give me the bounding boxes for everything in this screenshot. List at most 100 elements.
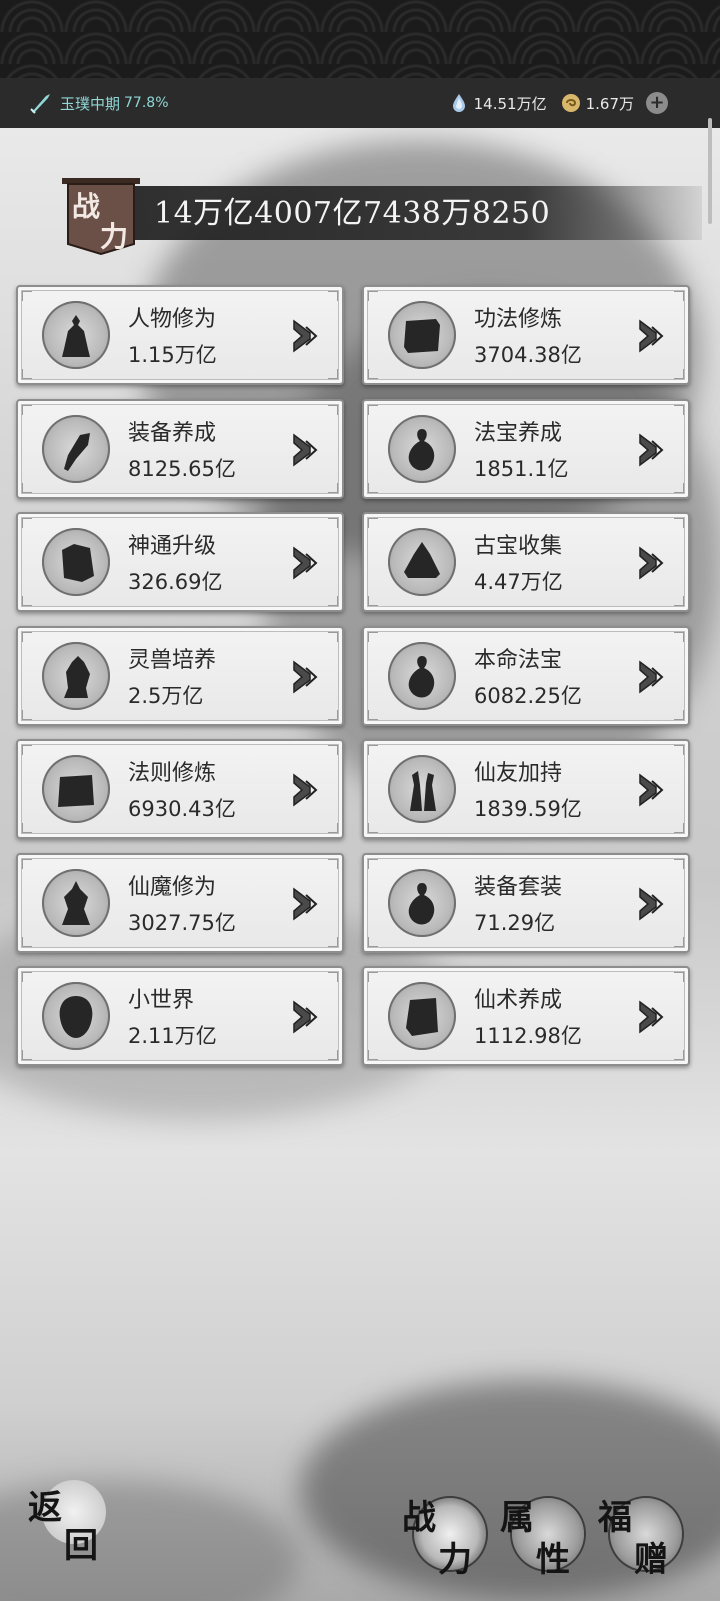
- category-medal: [388, 642, 456, 710]
- category-medal: [388, 755, 456, 823]
- gourd-icon: [408, 656, 435, 698]
- power-category-card[interactable]: 人物修为 1.15万亿: [16, 285, 344, 385]
- category-medal: [42, 869, 110, 937]
- category-medal: [42, 415, 110, 483]
- category-medal: [388, 528, 456, 596]
- chevron-right-icon[interactable]: [638, 885, 664, 923]
- bell-icon: [404, 542, 440, 578]
- category-value: 1839.59亿: [474, 797, 582, 821]
- category-name: 法宝养成: [474, 421, 563, 446]
- category-name: 小世界: [128, 988, 195, 1013]
- category-value: 1112.98亿: [474, 1024, 582, 1048]
- category-name: 古宝收集: [474, 534, 563, 559]
- bottom-tab-1[interactable]: 属性: [500, 1490, 592, 1582]
- power-category-card[interactable]: 小世界 2.11万亿: [16, 966, 344, 1066]
- category-name: 功法修炼: [474, 307, 563, 332]
- category-medal: [388, 415, 456, 483]
- category-value: 3027.75亿: [128, 911, 236, 935]
- category-value: 2.5万亿: [128, 684, 204, 708]
- power-category-card[interactable]: 仙友加持 1839.59亿: [362, 739, 690, 839]
- power-category-card[interactable]: 法则修炼 6930.43亿: [16, 739, 344, 839]
- power-category-card[interactable]: 装备套装 71.29亿: [362, 853, 690, 953]
- world-icon: [59, 996, 93, 1038]
- coin-counter: 1.67万: [561, 93, 634, 114]
- category-value: 2.11万亿: [128, 1024, 217, 1048]
- chevron-right-icon[interactable]: [292, 431, 318, 469]
- category-name: 装备套装: [474, 875, 563, 900]
- spirit-stone-counter: 14.51万亿: [449, 93, 547, 114]
- power-category-card[interactable]: 灵兽培养 2.5万亿: [16, 626, 344, 726]
- category-name: 仙术养成: [474, 988, 563, 1013]
- bottom-tab-0[interactable]: 战力: [402, 1490, 494, 1582]
- add-currency-button[interactable]: +: [646, 92, 668, 114]
- back-button[interactable]: 返 回: [24, 1478, 114, 1570]
- power-category-card[interactable]: 仙魔修为 3027.75亿: [16, 853, 344, 953]
- power-category-card[interactable]: 神通升级 326.69亿: [16, 512, 344, 612]
- back-char-2: 回: [64, 1526, 98, 1566]
- gourd-icon: [408, 883, 435, 925]
- category-value: 326.69亿: [128, 570, 223, 594]
- coin-value: 1.67万: [585, 94, 634, 113]
- book-icon: [62, 544, 94, 582]
- tab-char-2: 性: [536, 1540, 570, 1580]
- category-medal: [42, 982, 110, 1050]
- category-name: 仙友加持: [474, 761, 563, 786]
- chest-icon: [58, 775, 94, 807]
- realm-indicator[interactable]: 玉璞中期 77.8%: [28, 90, 169, 116]
- chevron-right-icon[interactable]: [292, 771, 318, 809]
- realm-label: 玉璞中期: [60, 94, 121, 113]
- power-category-card[interactable]: 本命法宝 6082.25亿: [362, 626, 690, 726]
- category-value: 1.15万亿: [128, 343, 217, 367]
- tab-char-2: 力: [438, 1540, 472, 1580]
- chevron-right-icon[interactable]: [292, 658, 318, 696]
- scroll-icon: [404, 319, 440, 353]
- category-name: 法则修炼: [128, 761, 217, 786]
- power-flag-char-1: 战: [72, 190, 100, 223]
- figure-icon: [62, 315, 90, 357]
- chevron-right-icon[interactable]: [638, 431, 664, 469]
- bottom-tab-2[interactable]: 福赠: [598, 1490, 690, 1582]
- tab-char-1: 战: [402, 1498, 436, 1538]
- total-power-value: 14万亿4007亿7438万8250: [154, 196, 551, 231]
- power-flag-icon: 战 力: [62, 178, 140, 256]
- category-value: 8125.65亿: [128, 457, 236, 481]
- chevron-right-icon[interactable]: [638, 998, 664, 1036]
- back-char-1: 返: [28, 1488, 62, 1528]
- category-name: 装备养成: [128, 421, 217, 446]
- category-medal: [388, 301, 456, 369]
- category-name: 仙魔修为: [128, 875, 217, 900]
- power-flag-char-2: 力: [100, 220, 128, 253]
- power-category-card[interactable]: 法宝养成 1851.1亿: [362, 399, 690, 499]
- scrollbar[interactable]: [708, 118, 712, 224]
- sword-icon: [30, 94, 50, 114]
- power-category-card[interactable]: 功法修炼 3704.38亿: [362, 285, 690, 385]
- category-name: 人物修为: [128, 307, 217, 332]
- power-category-card[interactable]: 装备养成 8125.65亿: [16, 399, 344, 499]
- category-value: 4.47万亿: [474, 570, 563, 594]
- category-name: 本命法宝: [474, 648, 563, 673]
- category-medal: [388, 982, 456, 1050]
- total-power-banner: 14万亿4007亿7438万8250 战 力: [62, 178, 702, 256]
- category-name: 灵兽培养: [128, 648, 217, 673]
- chevron-right-icon[interactable]: [638, 544, 664, 582]
- power-category-card[interactable]: 仙术养成 1112.98亿: [362, 966, 690, 1066]
- demon-icon: [62, 881, 90, 925]
- category-medal: [388, 869, 456, 937]
- beast-icon: [64, 656, 90, 698]
- category-name: 神通升级: [128, 534, 217, 559]
- chevron-right-icon[interactable]: [292, 885, 318, 923]
- power-category-card[interactable]: 古宝收集 4.47万亿: [362, 512, 690, 612]
- category-medal: [42, 755, 110, 823]
- chevron-right-icon[interactable]: [292, 317, 318, 355]
- chevron-right-icon[interactable]: [638, 771, 664, 809]
- category-value: 1851.1亿: [474, 457, 569, 481]
- category-value: 3704.38亿: [474, 343, 582, 367]
- coin-icon: [561, 94, 580, 112]
- chevron-right-icon[interactable]: [638, 658, 664, 696]
- chevron-right-icon[interactable]: [292, 998, 318, 1036]
- chevron-right-icon[interactable]: [638, 317, 664, 355]
- companions-icon: [410, 771, 436, 811]
- category-value: 6082.25亿: [474, 684, 582, 708]
- tab-char-2: 赠: [634, 1540, 668, 1580]
- chevron-right-icon[interactable]: [292, 544, 318, 582]
